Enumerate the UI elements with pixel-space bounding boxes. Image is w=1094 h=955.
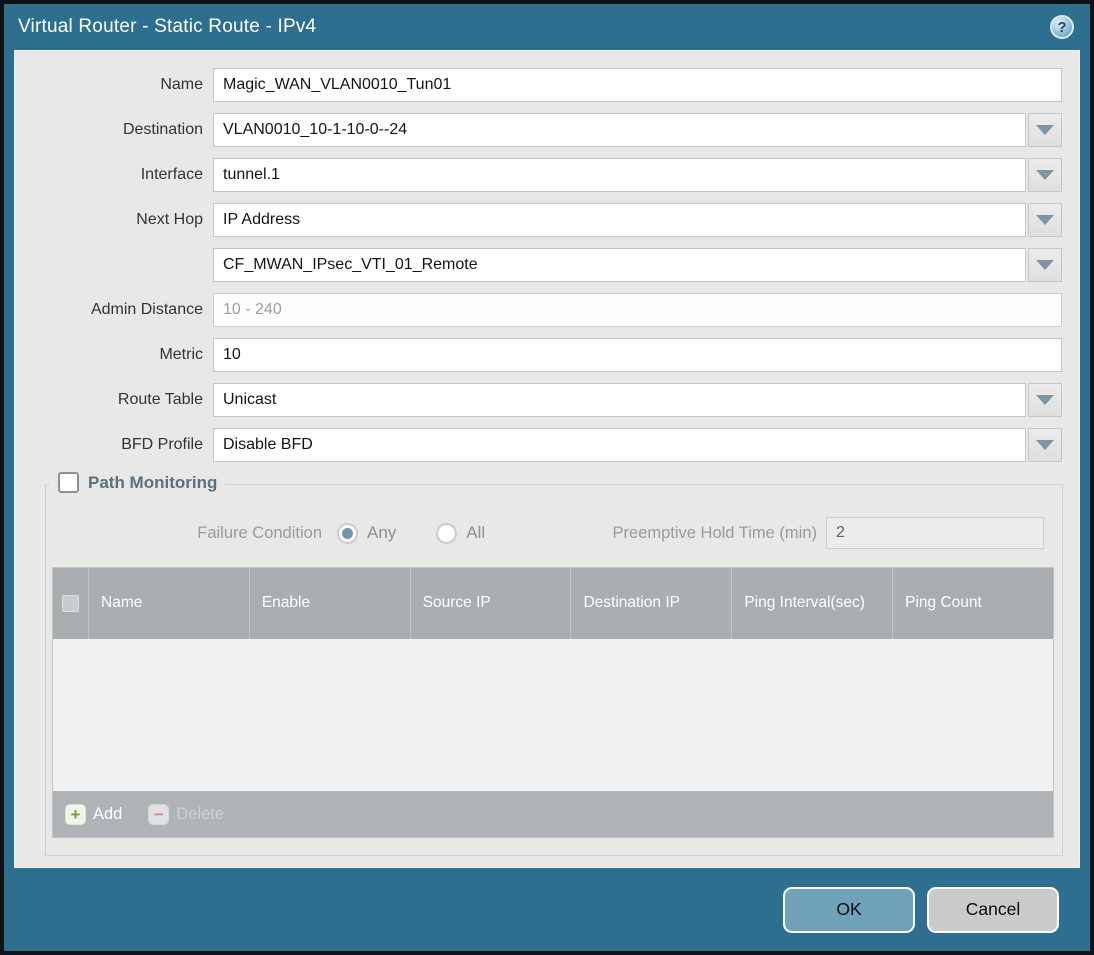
- preemptive-hold-time-label: Preemptive Hold Time (min): [612, 523, 817, 542]
- path-monitoring-title: Path Monitoring: [88, 472, 218, 492]
- failure-condition-label: Failure Condition: [197, 523, 322, 542]
- path-monitoring-checkbox[interactable]: [58, 472, 79, 493]
- interface-dropdown-button[interactable]: [1028, 158, 1062, 192]
- help-icon[interactable]: ?: [1050, 15, 1074, 39]
- path-monitoring-table: Name Enable Source IP Destination IP Pin…: [52, 567, 1054, 838]
- chevron-down-icon: [1036, 125, 1054, 135]
- column-header-source-ip: Source IP: [409, 568, 571, 639]
- radio-selected-dot: [342, 527, 353, 539]
- minus-icon: −: [148, 803, 170, 825]
- column-header-ping-count: Ping Count: [892, 568, 1053, 639]
- column-header-name: Name: [88, 568, 249, 639]
- delete-button-label: Delete: [176, 804, 225, 823]
- bfd-profile-row: BFD Profile: [15, 428, 1062, 462]
- admin-distance-label: Admin Distance: [90, 301, 203, 318]
- dialog-footer: OK Cancel: [4, 868, 1090, 951]
- name-input[interactable]: [213, 68, 1062, 102]
- table-body-empty: [53, 639, 1053, 791]
- route-table-row: Route Table: [15, 383, 1062, 417]
- name-row: Name: [15, 68, 1062, 102]
- chevron-down-icon: [1036, 215, 1054, 225]
- dialog-body: Name Destination Interface: [14, 50, 1080, 868]
- next-hop-label: Next Hop: [136, 211, 203, 228]
- bfd-profile-input[interactable]: [213, 428, 1026, 462]
- path-monitoring-legend: Path Monitoring: [50, 472, 226, 493]
- column-header-destination-ip: Destination IP: [570, 568, 731, 639]
- next-hop-dropdown-button[interactable]: [1028, 203, 1062, 237]
- column-header-enable: Enable: [248, 568, 410, 639]
- path-monitoring-section: Path Monitoring Failure Condition Any Al…: [45, 472, 1063, 856]
- dialog-window: Virtual Router - Static Route - IPv4 ? N…: [4, 4, 1090, 951]
- admin-distance-row: Admin Distance: [15, 293, 1062, 327]
- failure-condition-any-radio: [337, 522, 358, 544]
- interface-label: Interface: [140, 166, 203, 183]
- next-hop-type-input[interactable]: [213, 203, 1026, 237]
- ok-button[interactable]: OK: [783, 886, 915, 933]
- destination-label: Destination: [122, 121, 203, 138]
- metric-row: Metric: [15, 338, 1062, 372]
- column-header-ping-interval: Ping Interval(sec): [731, 568, 892, 639]
- admin-distance-input[interactable]: [213, 293, 1062, 327]
- preemptive-hold-time-input: [826, 517, 1044, 549]
- next-hop-row: Next Hop: [15, 203, 1062, 237]
- chevron-down-icon: [1036, 395, 1054, 405]
- next-hop-address-dropdown-button[interactable]: [1028, 248, 1062, 282]
- failure-condition-any-label: Any: [367, 523, 397, 542]
- route-table-label: Route Table: [117, 391, 203, 408]
- add-button-label: Add: [93, 804, 123, 823]
- metric-input[interactable]: [213, 338, 1062, 372]
- plus-icon: +: [65, 803, 86, 825]
- failure-condition-row: Failure Condition Any All Preemptive Hol…: [52, 517, 1054, 549]
- delete-button: − Delete: [148, 803, 225, 825]
- metric-label: Metric: [159, 346, 203, 363]
- help-glyph: ?: [1057, 18, 1067, 36]
- next-hop-address-row: [15, 248, 1062, 282]
- bfd-profile-dropdown-button[interactable]: [1028, 428, 1062, 462]
- failure-condition-all-radio: [436, 522, 458, 544]
- select-all-checkbox: [62, 595, 79, 612]
- route-table-dropdown-button[interactable]: [1028, 383, 1062, 417]
- destination-row: Destination: [15, 113, 1062, 147]
- interface-row: Interface: [15, 158, 1062, 192]
- add-button[interactable]: + Add: [65, 803, 123, 825]
- chevron-down-icon: [1036, 170, 1054, 180]
- chevron-down-icon: [1036, 260, 1054, 270]
- static-route-form: Name Destination Interface: [15, 51, 1079, 462]
- failure-condition-all-label: All: [466, 523, 486, 542]
- route-table-input[interactable]: [213, 383, 1026, 417]
- dialog-title: Virtual Router - Static Route - IPv4: [18, 16, 317, 37]
- title-bar: Virtual Router - Static Route - IPv4 ?: [4, 4, 1090, 50]
- table-toolbar: + Add − Delete: [53, 791, 1053, 837]
- bfd-profile-label: BFD Profile: [121, 436, 203, 453]
- destination-dropdown-button[interactable]: [1028, 113, 1062, 147]
- cancel-button[interactable]: Cancel: [927, 886, 1059, 933]
- next-hop-address-input[interactable]: [213, 248, 1026, 282]
- interface-input[interactable]: [213, 158, 1026, 192]
- select-all-column: [53, 568, 88, 639]
- name-label: Name: [160, 76, 203, 93]
- table-header-row: Name Enable Source IP Destination IP Pin…: [53, 568, 1053, 639]
- destination-input[interactable]: [213, 113, 1026, 147]
- chevron-down-icon: [1036, 440, 1054, 450]
